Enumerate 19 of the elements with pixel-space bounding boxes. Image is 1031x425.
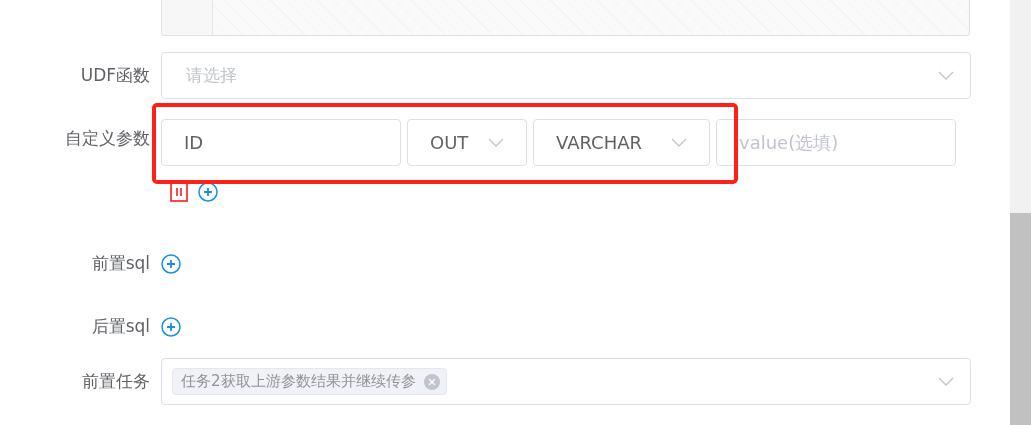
field-label: UDF函数	[79, 64, 151, 87]
add-icon[interactable]	[161, 253, 181, 274]
chevron-down-icon	[938, 377, 954, 386]
chevron-down-icon	[488, 138, 504, 147]
type-select[interactable]: VARCHAR	[533, 119, 710, 166]
delete-icon[interactable]	[170, 182, 188, 202]
task-tag: 任务2获取上游参数结果并继续传参	[172, 368, 447, 395]
field-label: 前置sql	[90, 252, 151, 275]
chevron-down-icon	[671, 138, 687, 147]
field-label: 前置任务	[81, 370, 151, 393]
field-label: 自定义参数	[64, 127, 151, 150]
direction-select[interactable]: OUT	[407, 119, 527, 166]
chevron-down-icon	[938, 71, 954, 80]
add-icon[interactable]	[161, 316, 181, 337]
field-label: 后置sql	[90, 315, 151, 338]
close-icon[interactable]	[423, 373, 440, 390]
param-name-field[interactable]: ID	[161, 119, 401, 166]
add-icon[interactable]	[198, 182, 218, 202]
scrollbar[interactable]	[1010, 0, 1031, 425]
